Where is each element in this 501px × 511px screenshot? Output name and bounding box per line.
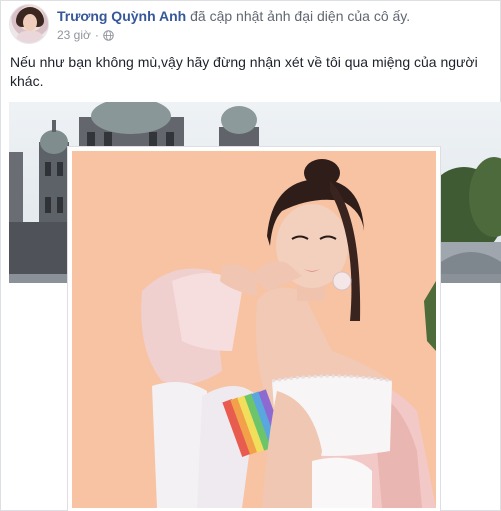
avatar-body bbox=[16, 31, 44, 43]
profile-picture-image bbox=[72, 151, 436, 508]
meta-separator: · bbox=[94, 28, 99, 42]
globe-icon[interactable] bbox=[103, 29, 114, 41]
profile-picture-frame[interactable] bbox=[68, 147, 440, 511]
profile-picture bbox=[72, 151, 436, 508]
post-caption: Nếu như bạn không mù,vậy hãy đừng nhận x… bbox=[10, 53, 490, 91]
caption-line-1: Nếu như bạn không mù,vậy hãy đừng nhận x… bbox=[10, 54, 478, 70]
post-timestamp[interactable]: 23 giờ bbox=[57, 28, 91, 42]
author-name-link[interactable]: Trương Quỳnh Anh bbox=[57, 8, 186, 24]
avatar-face bbox=[23, 14, 37, 31]
facebook-post: Trương Quỳnh Anh đã cập nhật ảnh đại diệ… bbox=[0, 0, 501, 511]
author-avatar[interactable] bbox=[9, 4, 49, 44]
post-title-line: Trương Quỳnh Anh đã cập nhật ảnh đại diệ… bbox=[57, 8, 410, 24]
caption-line-2: khác. bbox=[10, 73, 44, 89]
post-meta: 23 giờ · bbox=[57, 28, 114, 42]
post-header: Trương Quỳnh Anh đã cập nhật ảnh đại diệ… bbox=[9, 4, 494, 46]
post-action-text: đã cập nhật ảnh đại diện của cô ấy. bbox=[190, 8, 411, 24]
